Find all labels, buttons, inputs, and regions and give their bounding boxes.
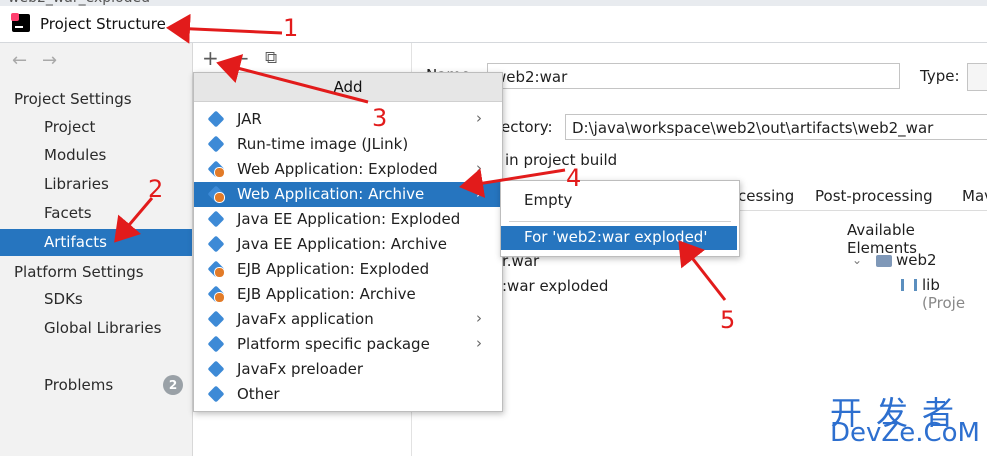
annotation-number-1: 1 bbox=[283, 14, 299, 42]
annotation-arrow-5 bbox=[678, 240, 727, 301]
watermark-devze: DevZe.CoM bbox=[830, 418, 980, 448]
annotation-number-4: 4 bbox=[566, 164, 582, 192]
annotation-arrow-1 bbox=[166, 13, 283, 44]
annotation-arrow-4 bbox=[459, 168, 566, 198]
annotation-arrow-2 bbox=[114, 197, 154, 243]
annotation-number-2: 2 bbox=[148, 175, 164, 203]
annotation-number-5: 5 bbox=[720, 306, 736, 334]
annotation-arrow-3 bbox=[216, 54, 369, 104]
annotation-number-3: 3 bbox=[372, 104, 388, 132]
